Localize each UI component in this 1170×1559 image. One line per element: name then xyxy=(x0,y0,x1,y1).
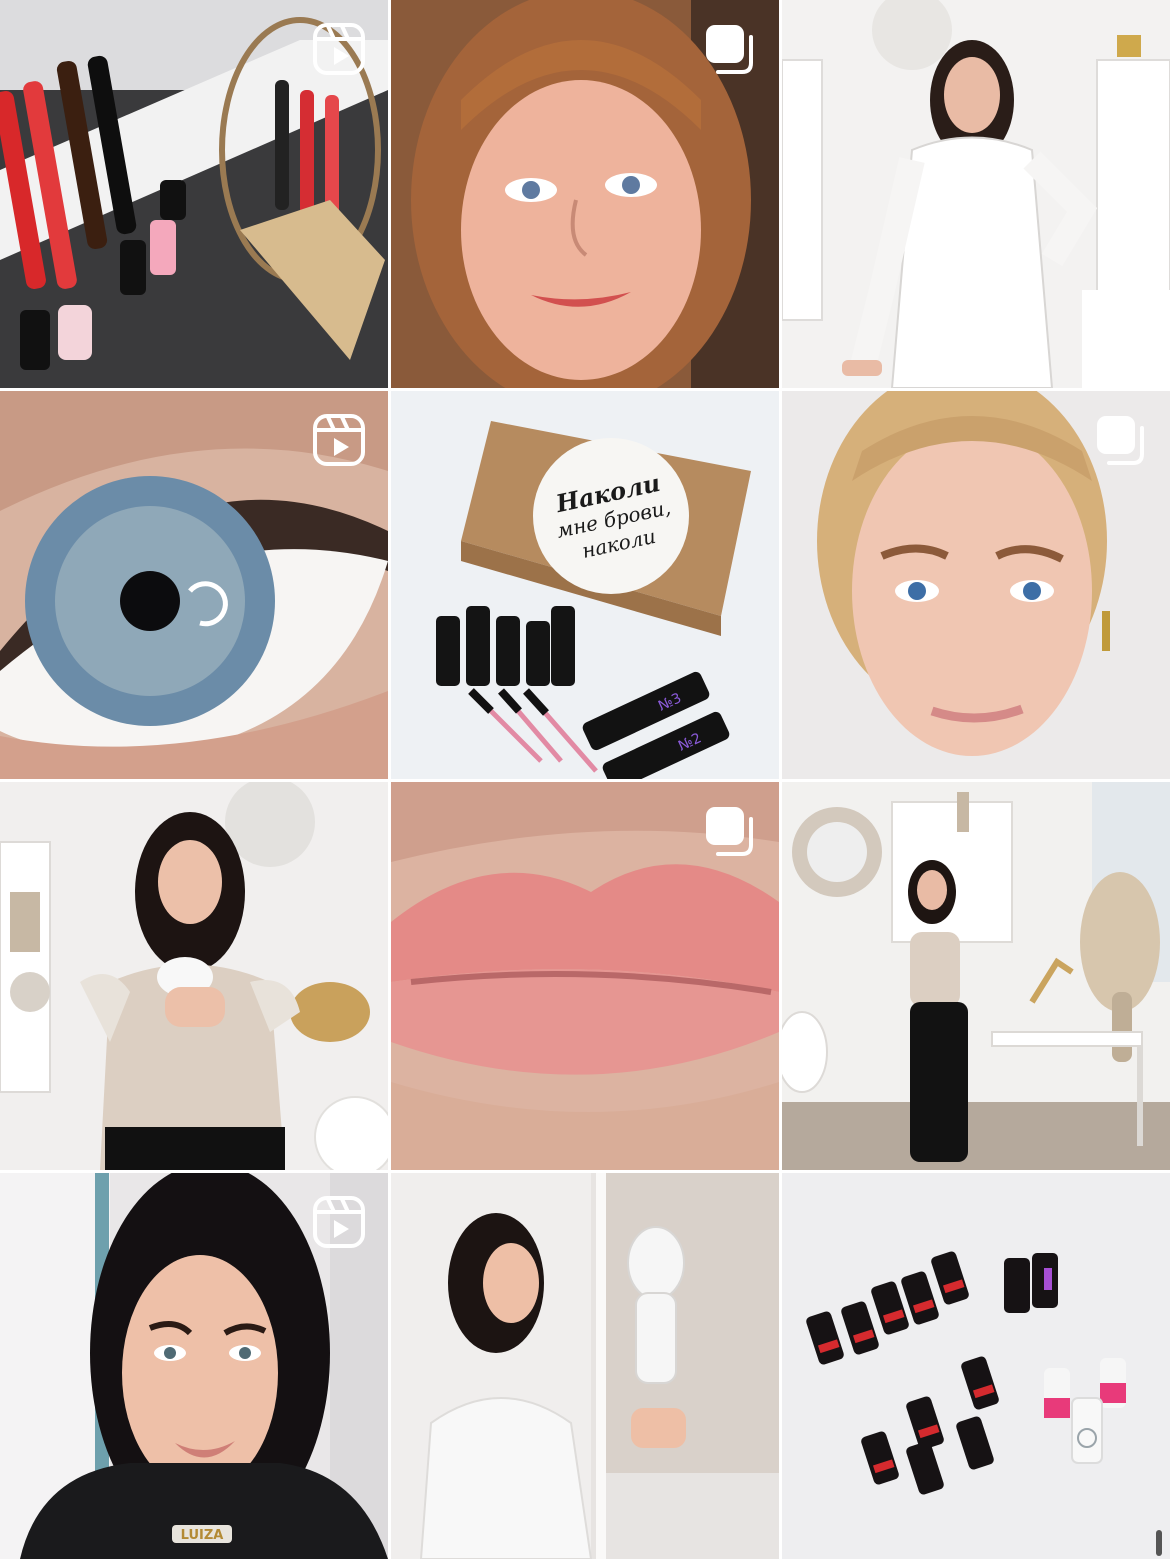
post-image-woman-white-coat-office xyxy=(782,0,1170,388)
carousel-icon xyxy=(703,22,757,76)
post-tile-9[interactable] xyxy=(782,782,1170,1170)
post-tile-1[interactable] xyxy=(0,0,388,388)
post-image-pigment-bottles-flatlay xyxy=(782,1173,1170,1559)
carousel-icon xyxy=(703,804,757,858)
post-tile-8[interactable] xyxy=(391,782,779,1170)
scrollbar-thumb[interactable] xyxy=(1156,1530,1162,1556)
post-image-woman-studio-desk xyxy=(782,782,1170,1170)
post-tile-7[interactable] xyxy=(0,782,388,1170)
post-tile-4[interactable] xyxy=(0,391,388,779)
post-tile-3[interactable] xyxy=(782,0,1170,388)
post-tile-2[interactable] xyxy=(391,0,779,388)
necklace-text: LUIZA xyxy=(181,1528,224,1543)
reels-icon xyxy=(312,1195,366,1249)
posts-grid: Наколи мне брови, наколи №3 №2 LUIZA xyxy=(0,0,1170,1559)
post-tile-11[interactable] xyxy=(391,1173,779,1559)
post-tile-5[interactable]: Наколи мне брови, наколи №3 №2 xyxy=(391,391,779,779)
post-image-brow-kit-box: Наколи мне брови, наколи №3 №2 xyxy=(391,391,779,779)
carousel-icon xyxy=(1094,413,1148,467)
reels-icon xyxy=(312,413,366,467)
post-image-woman-coffee-cup xyxy=(0,782,388,1170)
post-tile-6[interactable] xyxy=(782,391,1170,779)
post-tile-12[interactable] xyxy=(782,1173,1170,1559)
reels-icon xyxy=(312,22,366,76)
post-tile-10[interactable]: LUIZA xyxy=(0,1173,388,1559)
post-image-woman-holding-bust xyxy=(391,1173,779,1559)
